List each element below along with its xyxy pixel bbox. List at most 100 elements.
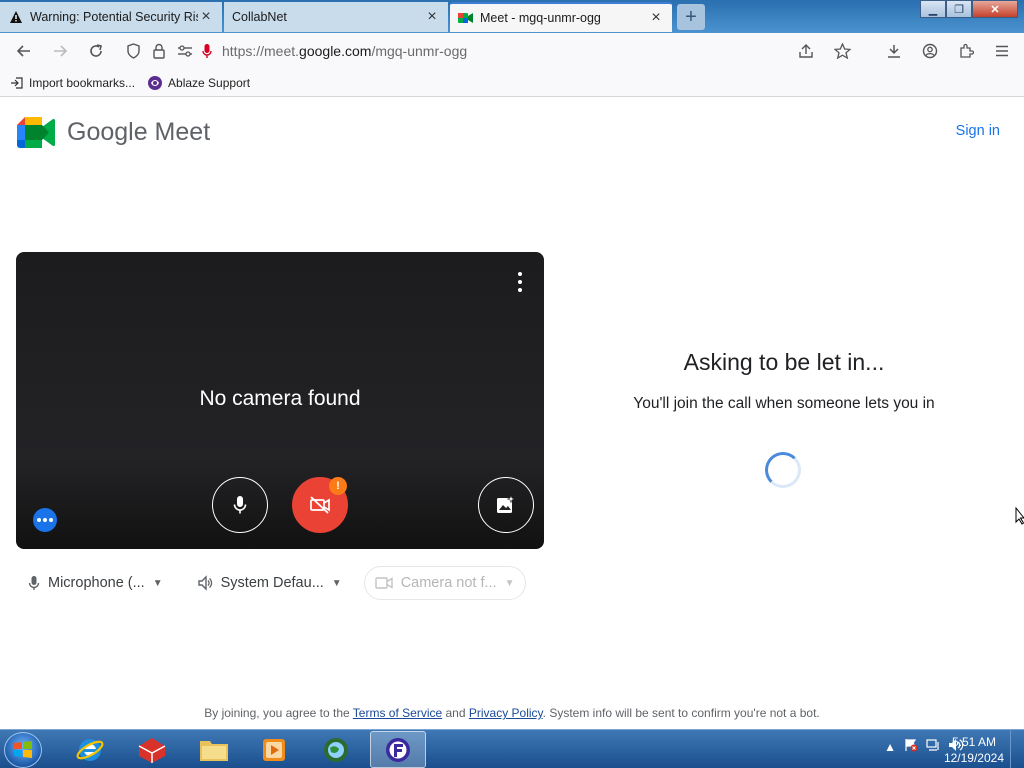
bookmark-import[interactable]: Import bookmarks...: [10, 76, 135, 90]
downloads-button[interactable]: [876, 33, 912, 69]
tab-label: Meet - mgq-unmr-ogg: [480, 11, 601, 25]
minimize-button[interactable]: ▁: [920, 0, 946, 18]
chevron-down-icon: ▼: [331, 577, 342, 589]
device-selectors: Microphone (... ▼ System Defau... ▼ Came…: [18, 566, 526, 600]
tab-security-warning[interactable]: Warning: Potential Security Risk ×: [0, 2, 222, 32]
taskbar-app-globe[interactable]: [308, 731, 364, 768]
back-button[interactable]: [6, 33, 42, 69]
url-text: https://meet.google.com/mgq-unmr-ogg: [222, 43, 468, 59]
back-arrow-icon: [16, 45, 30, 57]
windows-logo-icon: [14, 741, 32, 758]
bookmark-label: Ablaze Support: [168, 75, 251, 90]
puzzle-icon: [960, 43, 974, 58]
camera-off-icon: [310, 496, 330, 514]
mouse-cursor-icon: [1015, 506, 1024, 530]
restore-button[interactable]: ❐: [946, 0, 972, 18]
taskbar-app-red[interactable]: [124, 731, 180, 768]
show-desktop-button[interactable]: [1010, 730, 1024, 768]
media-player-icon: [263, 738, 285, 761]
browser-tab-strip: Warning: Potential Security Risk × Colla…: [0, 0, 1024, 33]
microphone-icon: [28, 575, 40, 591]
waiting-panel: Asking to be let in... You'll join the c…: [620, 349, 948, 416]
bookmark-label: Import bookmarks...: [29, 75, 136, 90]
taskbar-internet-explorer[interactable]: [62, 731, 118, 768]
globe-app-icon: [324, 737, 348, 762]
share-button[interactable]: [788, 33, 824, 69]
terms-of-service-link[interactable]: Terms of Service: [353, 706, 442, 720]
asking-title: Asking to be let in...: [683, 349, 885, 375]
hamburger-icon: [996, 45, 1008, 57]
star-icon: [833, 43, 851, 59]
lock-icon[interactable]: [146, 43, 172, 59]
internet-explorer-icon: [76, 738, 104, 761]
more-options-icon[interactable]: [512, 272, 528, 292]
microphone-icon: [233, 496, 247, 514]
bookmark-ablaze[interactable]: Ablaze Support: [147, 75, 250, 91]
bookmark-star-button[interactable]: [824, 33, 860, 69]
chevron-down-icon: ▼: [152, 577, 163, 589]
more-actions-button[interactable]: [33, 508, 57, 532]
extensions-button[interactable]: [948, 33, 984, 69]
close-window-button[interactable]: ✕: [972, 0, 1018, 18]
clock[interactable]: 5:51 AM 12/19/2024: [944, 734, 1004, 766]
new-tab-button[interactable]: +: [677, 4, 705, 30]
asking-subtitle: You'll join the call when someone lets y…: [633, 395, 935, 412]
sign-in-link[interactable]: Sign in: [956, 123, 1000, 139]
tab-label: Warning: Potential Security Risk: [30, 10, 198, 24]
no-camera-message: No camera found: [199, 387, 361, 410]
tab-label: CollabNet: [232, 10, 287, 24]
action-center-flag-icon[interactable]: [904, 738, 918, 755]
clock-date: 12/19/2024: [943, 751, 1004, 765]
tab-meet[interactable]: Meet - mgq-unmr-ogg ×: [450, 2, 672, 32]
speaker-label: System Defau...: [220, 575, 324, 591]
close-tab-icon[interactable]: ×: [198, 8, 214, 26]
ablaze-icon: [147, 75, 163, 91]
microphone-select[interactable]: Microphone (... ▼: [18, 566, 173, 600]
microphone-active-icon[interactable]: [198, 43, 216, 59]
google-meet-logo[interactable]: Google Meet: [17, 117, 210, 148]
speaker-icon: [197, 575, 213, 591]
meet-logo-icon: [17, 117, 55, 148]
import-icon: [10, 76, 24, 90]
tab-collabnet[interactable]: CollabNet ×: [224, 2, 448, 32]
close-tab-icon[interactable]: ×: [648, 9, 664, 27]
camera-label: Camera not f...: [400, 575, 497, 591]
forward-arrow-icon: [54, 45, 68, 57]
download-icon: [888, 45, 900, 58]
loading-spinner: [765, 452, 801, 488]
terms-footer: By joining, you agree to the Terms of Se…: [204, 706, 820, 720]
visual-effects-icon: [497, 495, 516, 513]
windows-taskbar: ▲ 5:51 AM 12/19/2024: [0, 729, 1024, 768]
reload-button[interactable]: [78, 33, 114, 69]
clock-time: 5:51 AM: [951, 735, 996, 749]
privacy-policy-link[interactable]: Privacy Policy: [469, 706, 543, 720]
taskbar-firefox-active[interactable]: [370, 731, 426, 768]
taskbar-media-player[interactable]: [246, 731, 302, 768]
microphone-toggle-button[interactable]: [212, 477, 268, 533]
camera-warning-badge: !: [329, 477, 347, 495]
shield-icon[interactable]: [120, 43, 146, 59]
bookmarks-toolbar: Import bookmarks... Ablaze Support: [0, 69, 1024, 97]
microphone-label: Microphone (...: [48, 575, 145, 591]
permissions-icon[interactable]: [172, 44, 198, 58]
address-bar[interactable]: https://meet.google.com/mgq-unmr-ogg: [120, 36, 810, 66]
meet-icon: [458, 10, 474, 26]
folder-icon: [200, 740, 228, 761]
visual-effects-button[interactable]: [478, 477, 534, 533]
logo-text: Google Meet: [67, 118, 211, 146]
close-tab-icon[interactable]: ×: [424, 8, 440, 26]
show-hidden-icons-icon[interactable]: ▲: [884, 740, 896, 754]
chevron-down-icon: ▼: [504, 577, 515, 589]
menu-button[interactable]: [984, 33, 1020, 69]
window-controls: ▁ ❐ ✕: [920, 0, 1018, 18]
video-camera-icon: [374, 576, 393, 590]
camera-preview: No camera found !: [16, 252, 544, 549]
start-button[interactable]: [4, 732, 42, 768]
account-icon: [922, 43, 938, 59]
account-button[interactable]: [912, 33, 948, 69]
speaker-select[interactable]: System Defau... ▼: [187, 566, 352, 600]
forward-button[interactable]: [42, 33, 78, 69]
reload-icon: [90, 44, 102, 57]
taskbar-file-explorer[interactable]: [186, 731, 242, 768]
network-icon[interactable]: [926, 738, 940, 755]
